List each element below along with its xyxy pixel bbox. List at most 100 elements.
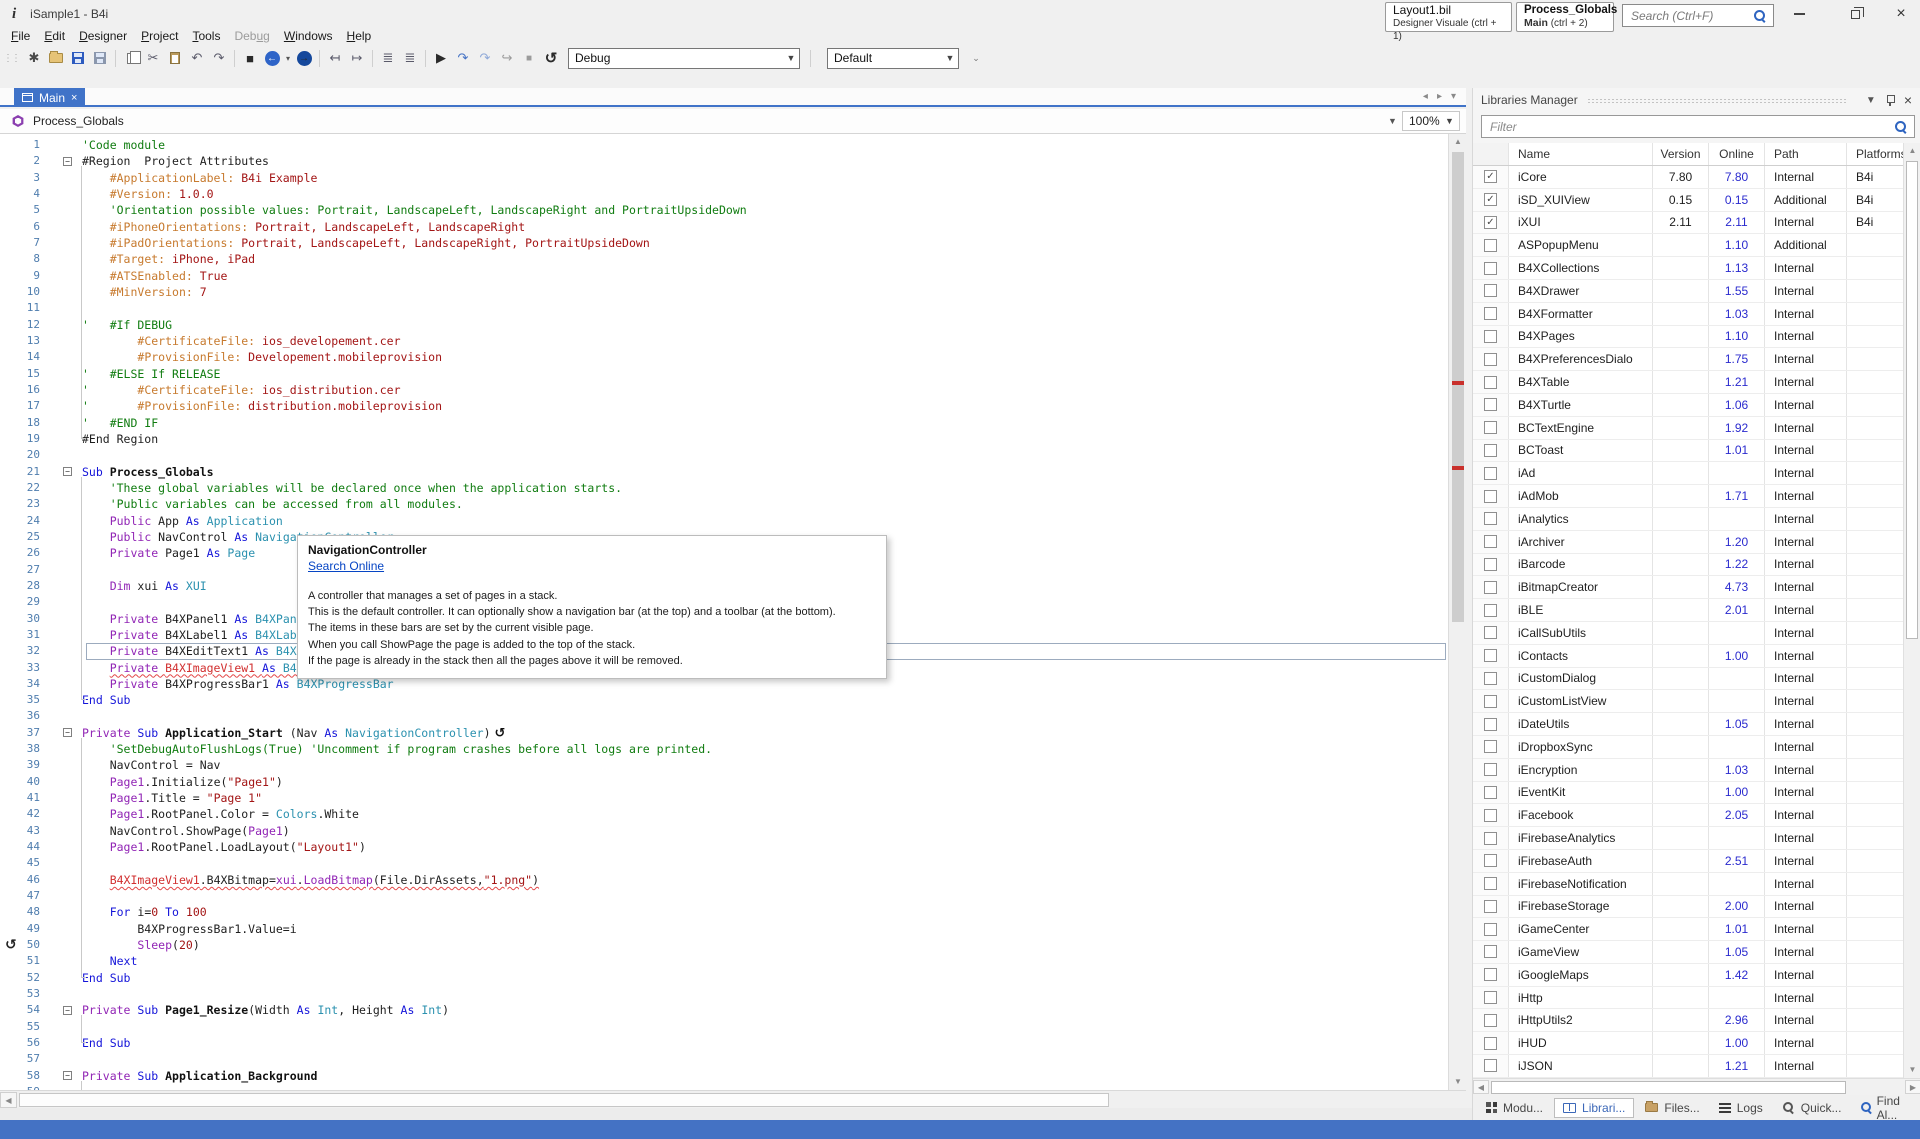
designer-window-shortcut[interactable]: Layout1.bil Designer Visuale (ctrl + 1) (1385, 2, 1512, 32)
table-row[interactable]: iAnalyticsInternal (1473, 508, 1920, 531)
scroll-left-icon[interactable]: ◀ (0, 1092, 17, 1108)
library-checkbox[interactable]: ✓ (1484, 193, 1497, 206)
library-checkbox[interactable] (1484, 398, 1497, 411)
scrollbar-thumb[interactable] (1452, 152, 1464, 622)
scrollbar-thumb[interactable] (1491, 1081, 1846, 1094)
code-line[interactable]: 21−Sub Process_Globals (0, 464, 1448, 480)
library-checkbox[interactable] (1484, 444, 1497, 457)
fold-collapse-icon[interactable]: − (63, 467, 72, 476)
code-line[interactable]: 39 NavControl = Nav (0, 757, 1448, 773)
bottom-tab-findal[interactable]: Find Al... (1852, 1092, 1920, 1124)
table-row[interactable]: iBarcode1.22Internal (1473, 554, 1920, 577)
library-checkbox[interactable] (1484, 672, 1497, 685)
table-row[interactable]: iEncryption1.03Internal (1473, 759, 1920, 782)
library-checkbox[interactable] (1484, 968, 1497, 981)
code-line[interactable]: 24 Public App As Application (0, 513, 1448, 529)
scroll-down-icon[interactable]: ▼ (1449, 1074, 1467, 1090)
member-dropdown-icon[interactable]: ▼ (1388, 116, 1397, 126)
tab-scroll-left-icon[interactable]: ◂ (1423, 91, 1428, 102)
redo-icon[interactable]: ↷ (208, 48, 230, 68)
code-line[interactable]: 13 #CertificateFile: ios_developement.ce… (0, 333, 1448, 349)
library-checkbox[interactable] (1484, 809, 1497, 822)
table-row[interactable]: ASPopupMenu1.10Additional (1473, 234, 1920, 257)
table-row[interactable]: iContacts1.00Internal (1473, 645, 1920, 668)
resume-debug-icon[interactable]: ↪ (496, 48, 518, 68)
scroll-down-icon[interactable]: ▼ (1904, 1062, 1920, 1078)
table-row[interactable]: B4XPages1.10Internal (1473, 326, 1920, 349)
table-row[interactable]: iHttpUtils22.96Internal (1473, 1009, 1920, 1032)
code-line[interactable]: 44 Page1.RootPanel.LoadLayout("Layout1") (0, 839, 1448, 855)
panel-close-icon[interactable]: × (1904, 92, 1912, 108)
code-line[interactable]: 45 (0, 855, 1448, 871)
paste-icon[interactable] (164, 48, 186, 68)
library-checkbox[interactable] (1484, 923, 1497, 936)
table-row[interactable]: iHttpInternal (1473, 987, 1920, 1010)
fold-collapse-icon[interactable]: − (63, 157, 72, 166)
library-filter-input[interactable]: Filter (1481, 115, 1915, 138)
menu-tools[interactable]: Tools (185, 29, 227, 46)
new-project-icon[interactable]: ✱ (23, 48, 45, 68)
table-row[interactable]: BCToast1.01Internal (1473, 440, 1920, 463)
code-line[interactable]: 23 'Public variables can be accessed fro… (0, 496, 1448, 512)
library-checkbox[interactable] (1484, 262, 1497, 275)
code-line[interactable]: 58−Private Sub Application_Background (0, 1068, 1448, 1084)
table-row[interactable]: iAdMob1.71Internal (1473, 485, 1920, 508)
menu-debug[interactable]: Debug (227, 29, 276, 46)
table-row[interactable]: iJSON1.21Internal (1473, 1055, 1920, 1078)
scroll-left-icon[interactable]: ◀ (1473, 1080, 1489, 1094)
panel-drag-texture[interactable] (1587, 98, 1848, 103)
library-checkbox[interactable] (1484, 558, 1497, 571)
library-checkbox[interactable] (1484, 467, 1497, 480)
filter-search-icon[interactable] (1894, 120, 1908, 134)
tab-scroll-right-icon[interactable]: ▸ (1437, 91, 1442, 102)
library-checkbox[interactable] (1484, 945, 1497, 958)
menu-designer[interactable]: Designer (72, 29, 134, 46)
code-line[interactable]: 54−Private Sub Page1_Resize(Width As Int… (0, 1002, 1448, 1018)
code-line[interactable]: 17' #ProvisionFile: distribution.mobilep… (0, 398, 1448, 414)
code-line[interactable]: 49 B4XProgressBar1.Value=i (0, 921, 1448, 937)
search-input[interactable]: Search (Ctrl+F) (1622, 4, 1774, 27)
library-checkbox[interactable] (1484, 740, 1497, 753)
library-checkbox[interactable] (1484, 330, 1497, 343)
open-project-icon[interactable] (45, 48, 67, 68)
comment-icon[interactable]: ≣ (377, 48, 399, 68)
tab-close-icon[interactable]: × (71, 92, 77, 104)
online-column-header[interactable]: Online (1709, 143, 1765, 165)
table-row[interactable]: iFacebook2.05Internal (1473, 804, 1920, 827)
toolbar-overflow-icon[interactable]: ⌄ (965, 48, 987, 68)
table-row[interactable]: B4XTurtle1.06Internal (1473, 394, 1920, 417)
fold-collapse-icon[interactable]: − (63, 728, 72, 737)
code-line[interactable]: 22 'These global variables will be decla… (0, 480, 1448, 496)
code-line[interactable]: 14 #ProvisionFile: Developement.mobilepr… (0, 349, 1448, 365)
code-line[interactable]: 12' #If DEBUG (0, 317, 1448, 333)
code-line[interactable]: 36 (0, 708, 1448, 724)
table-row[interactable]: iDateUtils1.05Internal (1473, 713, 1920, 736)
library-checkbox[interactable] (1484, 649, 1497, 662)
step-into-icon[interactable]: ↷ (474, 48, 496, 68)
code-line[interactable]: 10 #MinVersion: 7 (0, 284, 1448, 300)
search-online-link[interactable]: Search Online (308, 558, 384, 574)
scroll-up-icon[interactable]: ▲ (1904, 143, 1920, 159)
error-marker[interactable] (1452, 466, 1464, 470)
scrollbar-thumb[interactable] (1906, 161, 1918, 639)
library-checkbox[interactable] (1484, 786, 1497, 799)
code-line[interactable]: 47 (0, 888, 1448, 904)
library-checkbox[interactable] (1484, 604, 1497, 617)
chevron-down-icon[interactable]: ▼ (942, 53, 958, 63)
toolbar-grip[interactable]: ⋮⋮ (3, 53, 19, 64)
navigate-back-icon[interactable]: ← (261, 48, 283, 68)
code-line[interactable]: 19#End Region (0, 431, 1448, 447)
save-all-icon[interactable] (89, 48, 111, 68)
menu-file[interactable]: File (4, 29, 37, 46)
code-line[interactable]: 42 Page1.RootPanel.Color = Colors.White (0, 806, 1448, 822)
copy-icon[interactable] (120, 48, 142, 68)
platforms-column-header[interactable]: Platforms (1847, 143, 1904, 165)
fold-collapse-icon[interactable]: − (63, 1071, 72, 1080)
table-row[interactable]: ✓iXUI2.112.11InternalB4i (1473, 212, 1920, 235)
library-checkbox[interactable] (1484, 535, 1497, 548)
library-checkbox[interactable] (1484, 239, 1497, 252)
table-row[interactable]: B4XDrawer1.55Internal (1473, 280, 1920, 303)
cut-icon[interactable]: ✂ (142, 48, 164, 68)
table-row[interactable]: B4XCollections1.13Internal (1473, 257, 1920, 280)
code-line[interactable]: 40 Page1.Initialize("Page1") (0, 774, 1448, 790)
